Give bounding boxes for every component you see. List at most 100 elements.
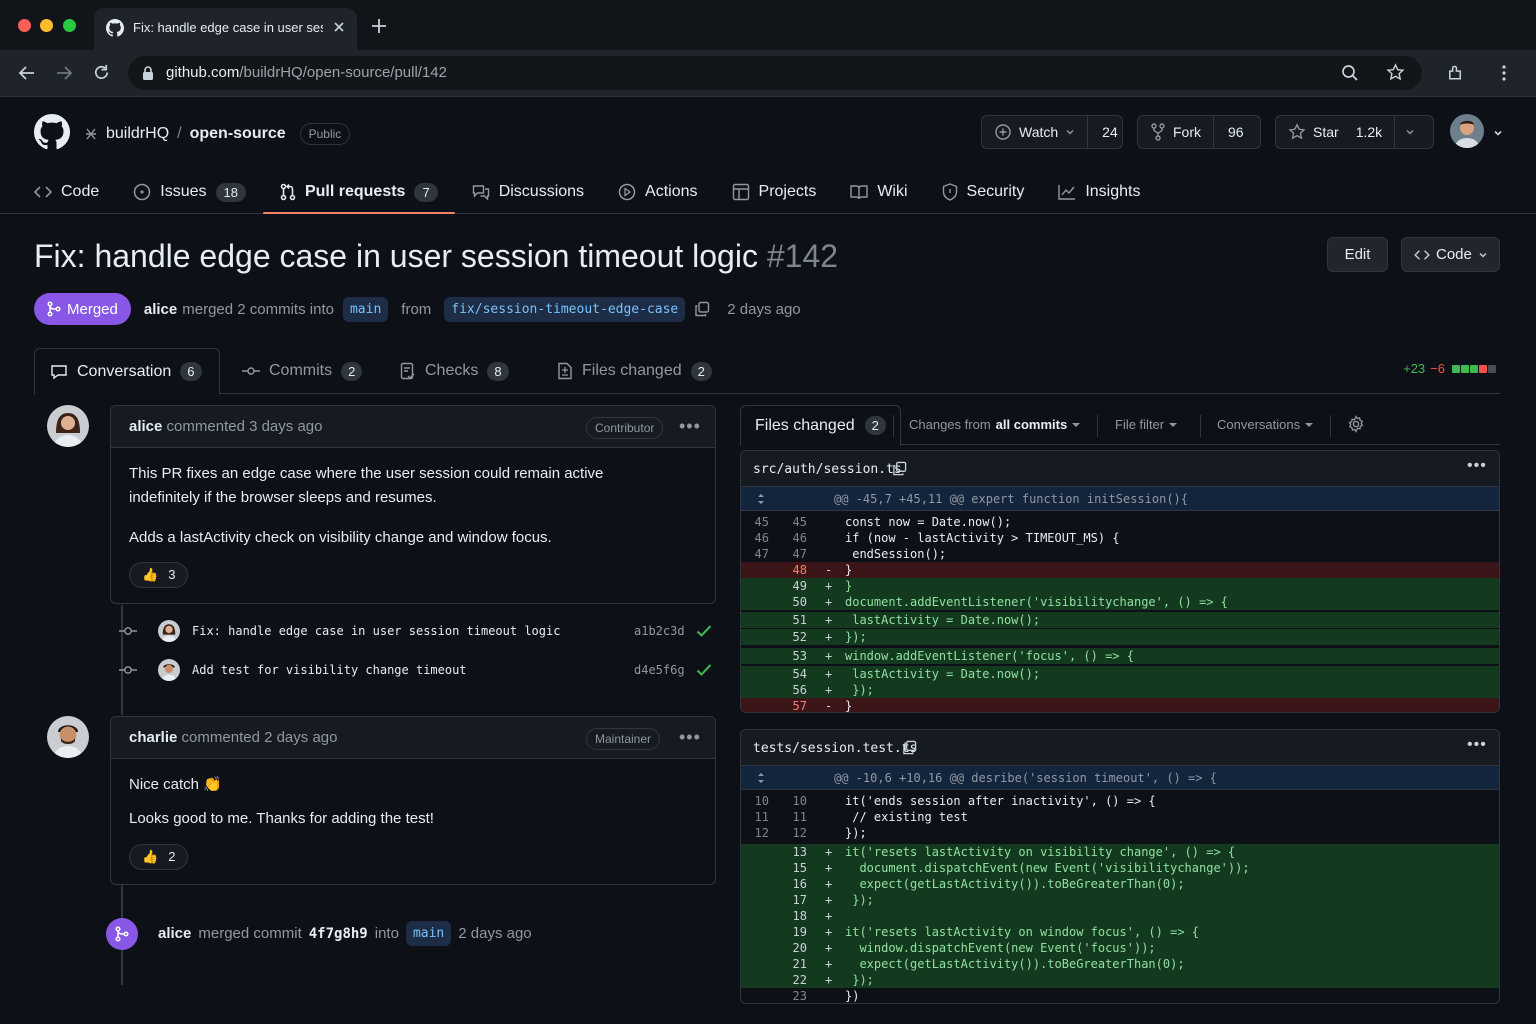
tab-code[interactable]: Code — [34, 171, 116, 213]
browser-tab[interactable]: Fix: handle edge case in user session ti… — [94, 8, 357, 50]
tab-security[interactable]: Security — [925, 171, 1042, 213]
conversations-dropdown[interactable]: Conversations — [1217, 417, 1314, 432]
forward-arrow-icon[interactable] — [55, 64, 73, 82]
diff-line[interactable]: 20 + window.dispatchEvent(new Event('focu… — [741, 940, 1499, 956]
more-options-icon[interactable]: ••• — [1467, 457, 1487, 475]
diff-line[interactable]: 10 10 it('ends session after inactivity',… — [741, 793, 1499, 809]
back-arrow-icon[interactable] — [18, 64, 36, 82]
merge-author-link[interactable]: alice — [158, 925, 191, 942]
diff-line[interactable]: 16 + expect(getLastActivity()).toBeGreate… — [741, 876, 1499, 892]
github-logo-icon[interactable] — [34, 114, 70, 150]
head-branch-link[interactable]: fix/session-timeout-edge-case — [444, 296, 686, 322]
maximize-window-button[interactable] — [63, 19, 76, 32]
diff-line[interactable]: 48 -} — [741, 562, 1499, 578]
close-tab-icon[interactable] — [332, 20, 346, 34]
gear-icon[interactable] — [1347, 415, 1365, 433]
minimize-window-button[interactable] — [40, 19, 53, 32]
commits-count-badge: 2 — [341, 361, 363, 381]
diff-line[interactable]: 13 + it('resets lastActivity on visibility… — [741, 844, 1499, 860]
diff-line[interactable]: 17 + }); — [741, 892, 1499, 908]
commit-author-avatar[interactable] — [158, 659, 180, 681]
tab-files-changed[interactable]: Files changed 2 — [542, 348, 727, 394]
diff-file-name[interactable]: src/auth/session.ts — [753, 462, 902, 477]
files-changed-tab[interactable]: Files changed 2 — [740, 405, 901, 446]
file-filter-dropdown[interactable]: File filter — [1115, 417, 1178, 432]
changes-from-dropdown[interactable]: Changes from all commits — [909, 417, 1081, 432]
pr-author-link[interactable]: alice — [144, 301, 177, 318]
commit-author-avatar[interactable] — [158, 620, 180, 642]
commit-message[interactable]: Add test for visibility change timeout — [192, 663, 467, 677]
tab-actions[interactable]: Actions — [601, 171, 714, 213]
diff-line[interactable]: 51 + lastActivity = Date.now(); — [741, 612, 1499, 628]
copy-icon[interactable] — [902, 740, 917, 755]
copy-icon[interactable] — [694, 301, 710, 317]
tab-wiki[interactable]: Wiki — [833, 171, 924, 213]
commit-sha[interactable]: d4e5f6g — [634, 663, 685, 677]
user-avatar[interactable] — [1450, 114, 1484, 148]
code-dropdown-button[interactable]: Code — [1401, 237, 1500, 272]
diff-line[interactable]: 22 + }); — [741, 972, 1499, 988]
diff-line[interactable]: 54 + lastActivity = Date.now(); — [741, 666, 1499, 682]
expand-icon[interactable] — [756, 772, 766, 784]
more-options-icon[interactable]: ••• — [679, 727, 701, 748]
reaction-thumbs-up[interactable]: 👍 3 — [129, 562, 189, 588]
reload-icon[interactable] — [92, 63, 111, 82]
tab-commits[interactable]: Commits 2 — [227, 348, 377, 394]
diff-file-name[interactable]: tests/session.test.ts — [753, 741, 917, 756]
diff-line[interactable]: 12 12 }); — [741, 825, 1499, 841]
watch-button[interactable]: Watch 24 — [981, 115, 1123, 149]
tab-discussions[interactable]: Discussions — [455, 171, 601, 213]
edit-button[interactable]: Edit — [1327, 237, 1388, 272]
close-window-button[interactable] — [18, 19, 31, 32]
address-bar[interactable]: github.com/buildrHQ/open-source/pull/142 — [128, 56, 1422, 90]
diff-line[interactable]: 47 47 endSession(); — [741, 546, 1499, 562]
merge-commit-sha[interactable]: 4f7g8h9 — [309, 926, 368, 942]
diff-line[interactable]: 21 + expect(getLastActivity()).toBeGreate… — [741, 956, 1499, 972]
commit-sha[interactable]: a1b2c3d — [634, 624, 685, 638]
expand-icon[interactable] — [756, 493, 766, 505]
check-icon[interactable] — [696, 624, 712, 638]
diff-line[interactable]: 52 +}); — [741, 629, 1499, 645]
bookmark-star-icon[interactable] — [1386, 63, 1405, 82]
more-options-icon[interactable]: ••• — [1467, 736, 1487, 754]
diff-line[interactable]: 49 +} — [741, 578, 1499, 594]
tab-projects[interactable]: Projects — [715, 171, 834, 213]
chevron-down-icon[interactable] — [1493, 128, 1503, 138]
diff-line[interactable]: 18 + — [741, 908, 1499, 924]
diff-line[interactable]: 19 + it('resets lastActivity on window foc… — [741, 924, 1499, 940]
diff-line[interactable]: 45 45 const now = Date.now(); — [741, 514, 1499, 530]
comment-author[interactable]: charlie — [129, 729, 177, 746]
tab-checks[interactable]: Checks 8 — [385, 348, 524, 394]
diff-line[interactable]: 53 + window.addEventListener('focus', () =… — [741, 648, 1499, 664]
tab-insights[interactable]: Insights — [1041, 171, 1157, 213]
avatar-charlie[interactable] — [47, 716, 89, 758]
more-options-icon[interactable]: ••• — [679, 416, 701, 437]
new-tab-icon[interactable] — [371, 18, 387, 34]
extensions-icon[interactable] — [1446, 63, 1465, 83]
avatar-alice[interactable] — [47, 405, 89, 447]
diff-line[interactable]: 56 + }); — [741, 682, 1499, 698]
diff-line[interactable]: 46 46 if (now - lastActivity > TIMEOUT_MS… — [741, 530, 1499, 546]
merge-branch-link[interactable]: main — [405, 921, 452, 946]
copy-icon[interactable] — [892, 461, 907, 476]
tab-conversation[interactable]: Conversation 6 — [34, 348, 220, 395]
diff-line[interactable]: 11 11 // existing test — [741, 809, 1499, 825]
diff-line[interactable]: 57 -} — [741, 698, 1499, 712]
repo-owner-link[interactable]: buildrHQ — [106, 125, 169, 143]
tab-issues[interactable]: Issues 18 — [116, 171, 263, 213]
diff-line[interactable]: 50 + document.addEventListener('visibility… — [741, 594, 1499, 610]
base-branch-link[interactable]: main — [342, 296, 389, 322]
diff-line[interactable]: 23}) — [741, 988, 1499, 1003]
diff-line[interactable]: 15 + document.dispatchEvent(new Event('vi… — [741, 860, 1499, 876]
comment-author[interactable]: alice — [129, 418, 162, 435]
star-list-dropdown[interactable] — [1394, 116, 1425, 148]
repo-name-link[interactable]: open-source — [190, 125, 286, 143]
reaction-thumbs-up[interactable]: 👍 2 — [129, 844, 189, 870]
star-button[interactable]: Star 1.2k — [1275, 115, 1434, 149]
browser-menu-icon[interactable] — [1501, 64, 1507, 82]
check-icon[interactable] — [696, 663, 712, 677]
commit-message[interactable]: Fix: handle edge case in user session ti… — [192, 624, 560, 638]
fork-button[interactable]: Fork 96 — [1137, 115, 1261, 149]
search-icon[interactable] — [1341, 64, 1359, 82]
tab-pull-requests[interactable]: Pull requests 7 — [262, 171, 455, 214]
